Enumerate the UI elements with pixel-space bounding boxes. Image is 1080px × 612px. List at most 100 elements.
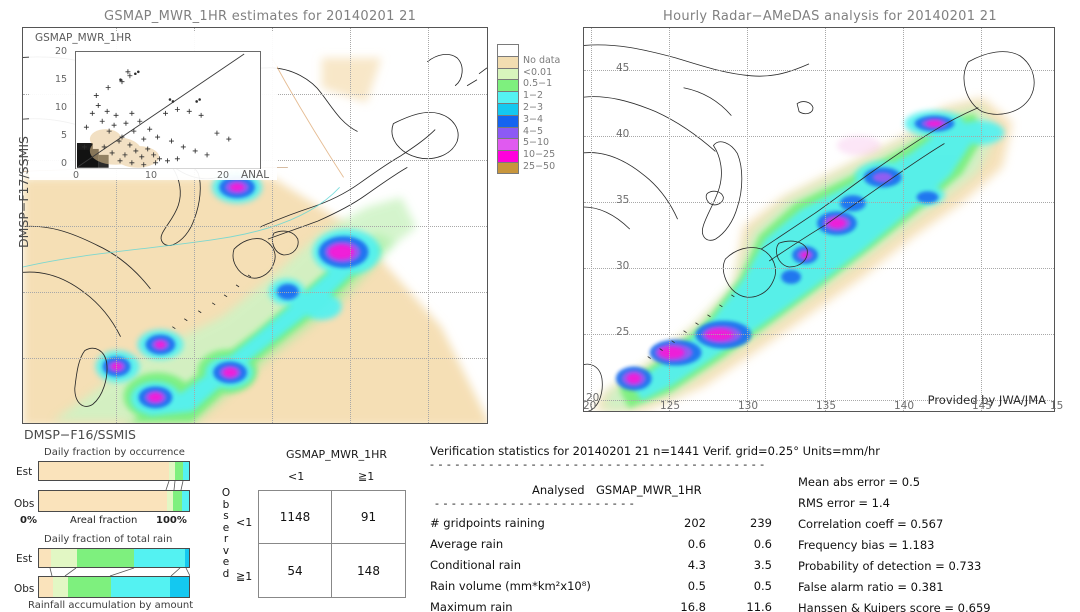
stats-score-line: RMS error = 1.4 bbox=[798, 496, 890, 510]
fraction-chart-2-row-0[interactable] bbox=[38, 548, 190, 568]
left-map-panel[interactable]: GSMAP_MWR_1HR 20 15 10 5 0 0 10 20 ANAL bbox=[22, 27, 488, 424]
contingency-cell-miss[interactable]: 54 bbox=[259, 544, 332, 597]
inset-ytick: 20 bbox=[55, 46, 68, 57]
right-map-xtick: 140 bbox=[894, 400, 915, 412]
contingency-cell-correct-negative[interactable]: 1148 bbox=[259, 491, 332, 544]
left-panel-title: GSMAP_MWR_1HR estimates for 20140201 21 bbox=[104, 9, 417, 24]
stats-row-label: Rain volume (mm*km²x10⁸) bbox=[430, 579, 591, 593]
fraction-chart-1-title: Daily fraction by occurrence bbox=[44, 447, 185, 458]
fraction-chart-1-row-1-label: Obs bbox=[14, 498, 35, 510]
colorbar-swatch-5-10 bbox=[497, 138, 519, 151]
stats-row-model-value: 11.6 bbox=[746, 600, 772, 612]
inset-xtick: 10 bbox=[145, 170, 158, 181]
right-panel-title: Hourly Radar−AMeDAS analysis for 2014020… bbox=[663, 9, 997, 24]
right-map-gridline bbox=[591, 28, 592, 411]
fraction-chart-2-row-1-label: Obs bbox=[14, 583, 35, 595]
colorbar-swatch-0-5-1 bbox=[497, 79, 519, 92]
right-map-ytick: 45 bbox=[616, 62, 630, 74]
contingency-cell-hit[interactable]: 148 bbox=[332, 544, 405, 597]
fraction-chart-1-row-0-label: Est bbox=[16, 466, 33, 478]
inset-xtick: 0 bbox=[73, 170, 80, 181]
inset-xaxis-label: ANAL bbox=[241, 169, 270, 181]
stats-score-line: Probability of detection = 0.733 bbox=[798, 559, 982, 573]
right-map-gridline bbox=[903, 28, 904, 411]
colorbar-swatches bbox=[497, 44, 519, 174]
stats-row-model-value: 0.6 bbox=[753, 537, 772, 551]
right-map-gridline bbox=[584, 136, 1054, 137]
stats-score-line: Correlation coeff = 0.567 bbox=[798, 517, 944, 531]
fraction-segment-0 bbox=[39, 577, 53, 597]
fraction-chart-2-connectors bbox=[49, 568, 190, 576]
colorbar-label: 5−10 bbox=[523, 137, 550, 149]
contingency-cell-false-alarm[interactable]: 91 bbox=[332, 491, 405, 544]
left-map-gridline bbox=[23, 226, 487, 227]
colorbar-label: 4−5 bbox=[523, 125, 544, 137]
colorbar-swatch-blank bbox=[497, 44, 519, 56]
fraction-segment-0 bbox=[39, 462, 169, 480]
stats-row-analysed-value: 0.5 bbox=[687, 579, 706, 593]
left-map-gridline bbox=[23, 358, 487, 359]
fraction-segment-2 bbox=[174, 462, 183, 480]
stats-score-line: False alarm ratio = 0.381 bbox=[798, 580, 944, 594]
stats-row-model-value: 0.5 bbox=[753, 579, 772, 593]
contingency-observed-label: Observed bbox=[220, 487, 232, 580]
inset-plot-box bbox=[75, 51, 261, 169]
fraction-segment-1 bbox=[52, 577, 68, 597]
fraction-segment-3 bbox=[133, 549, 185, 567]
right-map-xtick: 20 bbox=[583, 400, 597, 412]
inset-scatter-canvas bbox=[76, 52, 260, 169]
fraction-segment-1 bbox=[166, 491, 174, 511]
stats-score-line: Hanssen & Kuipers score = 0.659 bbox=[798, 601, 991, 612]
right-map-gridline bbox=[747, 28, 748, 411]
fraction-chart-2-title: Daily fraction of total rain bbox=[44, 534, 173, 545]
fraction-chart-2-axis-bottom: Rainfall accumulation by amount bbox=[28, 600, 194, 611]
right-map-xtick: 135 bbox=[816, 400, 837, 412]
stats-header: Verification statistics for 20140201 21 … bbox=[430, 444, 880, 458]
contingency-row-header-0: <1 bbox=[236, 516, 253, 529]
fraction-segment-3 bbox=[111, 577, 170, 597]
contingency-col-header-0: <1 bbox=[288, 470, 305, 483]
colorbar-label: 0.5−1 bbox=[523, 78, 553, 90]
stats-score-line: Frequency bias = 1.183 bbox=[798, 538, 935, 552]
inset-ytick: 15 bbox=[55, 74, 68, 85]
fraction-segment-2 bbox=[173, 491, 183, 511]
scatter-inset[interactable]: GSMAP_MWR_1HR 20 15 10 5 0 0 10 20 ANAL bbox=[29, 32, 277, 181]
right-map-canvas bbox=[584, 28, 1054, 411]
right-map-ytick: 25 bbox=[616, 326, 630, 338]
fraction-chart-1-axis-right: 100% bbox=[156, 515, 187, 526]
right-map-gridline bbox=[669, 28, 670, 411]
right-map-xtick: 130 bbox=[738, 400, 759, 412]
verification-statistics: Verification statistics for 20140201 21 … bbox=[430, 444, 1076, 612]
stats-row-label: Conditional rain bbox=[430, 558, 522, 572]
colorbar[interactable]: No data <0.01 0.5−1 1−2 2−3 3−4 4−5 5−10 10−25 25… bbox=[497, 44, 560, 174]
right-map-xtick: 145 bbox=[972, 400, 993, 412]
observed-letter: e bbox=[222, 556, 230, 568]
observed-letter: O bbox=[221, 487, 231, 499]
stats-row-model-value: 239 bbox=[750, 516, 772, 530]
colorbar-swatch-4-5 bbox=[497, 126, 519, 139]
inset-ytick: 5 bbox=[61, 130, 68, 141]
contingency-table[interactable]: GSMAP_MWR_1HR <1 ≧1 1148 91 54 148 <1 ≧1… bbox=[220, 446, 420, 606]
colorbar-label: 10−25 bbox=[523, 149, 556, 161]
colorbar-label: 1−2 bbox=[523, 90, 544, 102]
fraction-segment-2 bbox=[67, 577, 111, 597]
fraction-chart-2-row-0-label: Est bbox=[16, 553, 33, 565]
right-map-panel[interactable]: Provided by JWA/JMA bbox=[583, 27, 1055, 412]
inset-title: GSMAP_MWR_1HR bbox=[35, 32, 132, 44]
fraction-segment-4 bbox=[184, 549, 189, 567]
fraction-segment-3 bbox=[182, 491, 189, 511]
left-map-gridline bbox=[23, 292, 487, 293]
right-map-ytick: 35 bbox=[616, 194, 630, 206]
stats-row-analysed-value: 202 bbox=[684, 516, 706, 530]
fraction-chart-1-row-1[interactable] bbox=[38, 490, 190, 512]
right-map-gridline bbox=[584, 334, 1054, 335]
stats-score-line: Mean abs error = 0.5 bbox=[798, 475, 921, 489]
stats-row-analysed-value: 16.8 bbox=[680, 600, 706, 612]
fraction-chart-1-connectors bbox=[165, 481, 184, 490]
colorbar-swatch-25-50 bbox=[497, 161, 519, 174]
right-map-gridline bbox=[584, 202, 1054, 203]
stats-row-label: Average rain bbox=[430, 537, 504, 551]
colorbar-swatch-1-2 bbox=[497, 91, 519, 103]
fraction-chart-1-row-0[interactable] bbox=[38, 461, 190, 481]
fraction-chart-2-row-1[interactable] bbox=[38, 576, 190, 598]
